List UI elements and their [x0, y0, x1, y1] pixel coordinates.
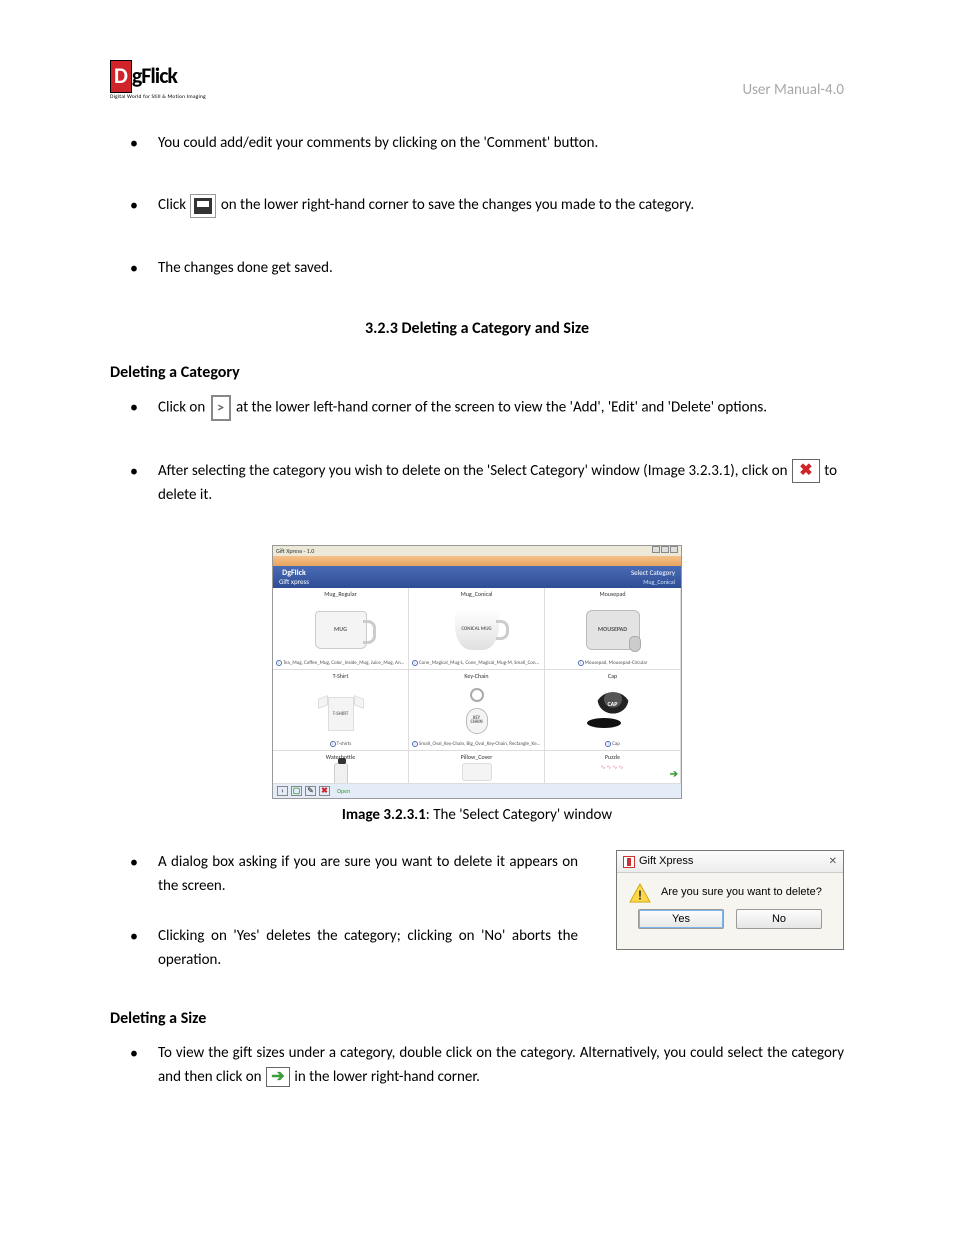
- section-heading: 3.2.3 Deleting a Category and Size: [110, 318, 844, 340]
- puzzle-icon: ∿∿∿∿: [600, 763, 624, 771]
- yes-button[interactable]: Yes: [638, 909, 724, 929]
- svg-text:!: !: [638, 887, 642, 902]
- cell-waterbottle[interactable]: Waterbottle: [273, 751, 409, 784]
- cell-mug-regular[interactable]: Mug_Regular MUG iTea_Mug, Coffee_Mug, Co…: [273, 588, 409, 670]
- expand-icon: >: [211, 395, 231, 421]
- win-titlebar: Gift Xpress - 1.0: [273, 546, 681, 556]
- bullet-yes-no: Clicking on 'Yes' deletes the category; …: [130, 924, 578, 972]
- deleting-category-list: Click on > at the lower left-hand corner…: [110, 395, 844, 507]
- cell-keychain[interactable]: Key-Chain KEY CHAIN iSmall_Oval_Key-Chai…: [409, 670, 545, 752]
- deleting-size-list: To view the gift sizes under a category,…: [110, 1041, 844, 1089]
- confirm-dialog: Gift Xpress ✕ ! Are you sure you want to…: [616, 850, 844, 950]
- bullet-comment: You could add/edit your comments by clic…: [130, 131, 844, 155]
- bullet-delete-category: After selecting the category you wish to…: [130, 459, 844, 507]
- brand-tagline: Digital World for Still & Motion Imaging: [110, 94, 210, 102]
- doc-header: DgFlick Digital World for Still & Motion…: [110, 60, 844, 101]
- edit-icon[interactable]: ✎: [305, 786, 316, 796]
- delete-icon: ✖: [792, 459, 820, 483]
- bullet-expand: Click on > at the lower left-hand corner…: [130, 395, 844, 421]
- deleting-category-heading: Deleting a Category: [110, 362, 844, 384]
- cell-mousepad[interactable]: Mousepad MOUSEPAD iMousepad, Mousepad-Ci…: [545, 588, 681, 670]
- dialog-bullet-list: A dialog box asking if you are sure you …: [110, 850, 578, 972]
- category-grid: Mug_Regular MUG iTea_Mug, Coffee_Mug, Co…: [273, 588, 681, 784]
- next-icon: ➔: [266, 1067, 290, 1087]
- mousepad-icon: MOUSEPAD: [586, 610, 640, 650]
- close-icon[interactable]: ✕: [829, 855, 837, 869]
- next-arrow-icon[interactable]: ➔: [670, 767, 678, 781]
- cap-icon: CAP: [585, 692, 641, 730]
- top-bullet-list: You could add/edit your comments by clic…: [110, 131, 844, 279]
- app-icon: [623, 856, 635, 868]
- manual-version: User Manual-4.0: [742, 80, 844, 101]
- cell-pillow[interactable]: Pillow_Cover: [409, 751, 545, 784]
- select-category-screenshot: Gift Xpress - 1.0 DgFlick Gift xpress Se…: [272, 545, 682, 799]
- cell-tshirt[interactable]: T-Shirt T-SHIRT iT-shirts: [273, 670, 409, 752]
- statusbar: ‹ ▢ ✎ ✖ Open: [273, 784, 681, 798]
- delete-tool-icon[interactable]: ✖: [319, 786, 330, 796]
- dialog-message: Are you sure you want to delete?: [661, 885, 822, 900]
- cell-cap[interactable]: Cap CAP iCap: [545, 670, 681, 752]
- conical-mug-icon: CONICAL MUG: [455, 610, 499, 650]
- cell-puzzle[interactable]: Puzzle ∿∿∿∿: [545, 751, 681, 784]
- open-label[interactable]: Open: [337, 787, 350, 795]
- bullet-saved: The changes done get saved.: [130, 256, 844, 280]
- figure-caption: Image 3.2.3.1: The 'Select Category' win…: [110, 805, 844, 826]
- cell-mug-conical[interactable]: Mug_Conical CONICAL MUG iCone_Magical_Mu…: [409, 588, 545, 670]
- bullet-save: Click on the lower right-hand corner to …: [130, 193, 844, 217]
- deleting-size-heading: Deleting a Size: [110, 1008, 844, 1030]
- add-icon[interactable]: ▢: [291, 786, 302, 796]
- page-root: DgFlick Digital World for Still & Motion…: [0, 0, 954, 1187]
- pillow-icon: [462, 763, 492, 781]
- bullet-view-sizes: To view the gift sizes under a category,…: [130, 1041, 844, 1089]
- no-button[interactable]: No: [736, 909, 822, 929]
- brand-logo: DgFlick Digital World for Still & Motion…: [110, 60, 210, 101]
- win-brandbar: DgFlick Gift xpress Select Category Mug_…: [273, 566, 681, 588]
- figure-block: Gift Xpress - 1.0 DgFlick Gift xpress Se…: [110, 545, 844, 826]
- back-icon[interactable]: ‹: [277, 786, 288, 796]
- keychain-icon: KEY CHAIN: [466, 688, 488, 734]
- window-buttons: [651, 546, 678, 555]
- bullet-dialog-appears: A dialog box asking if you are sure you …: [130, 850, 578, 898]
- save-icon: [190, 194, 216, 218]
- tshirt-icon: T-SHIRT: [318, 691, 364, 731]
- mug-icon: MUG: [315, 611, 367, 649]
- win-toolbar: [273, 556, 681, 566]
- warning-icon: !: [629, 883, 651, 903]
- bottle-icon: [334, 763, 348, 784]
- dialog-titlebar: Gift Xpress ✕: [617, 851, 843, 873]
